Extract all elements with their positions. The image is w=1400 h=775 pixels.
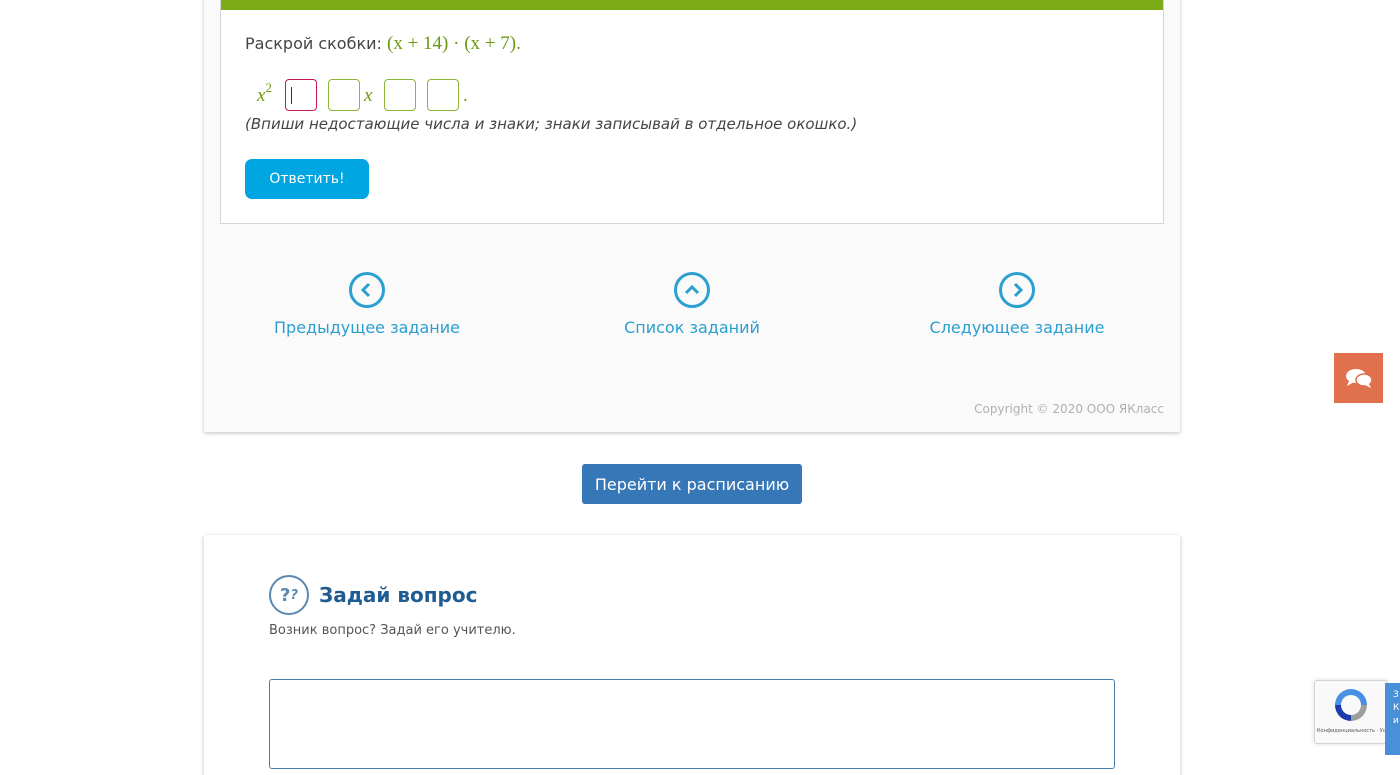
chevron-left-icon <box>349 272 385 308</box>
task-prompt: Раскрой скобки: (x + 14) · (x + 7). <box>245 33 521 55</box>
ask-question-title: Задай вопрос <box>319 583 478 607</box>
task-list-link[interactable]: Список заданий <box>572 272 812 337</box>
recaptcha-footer[interactable]: Конфиденциальность · Условия использован… <box>1317 728 1385 734</box>
answer-input-sign-1[interactable] <box>285 79 317 111</box>
chat-button[interactable] <box>1334 353 1383 403</box>
answer-input-coef[interactable] <box>328 79 360 111</box>
go-to-schedule-button[interactable]: Перейти к расписанию <box>582 464 802 504</box>
answer-x: x <box>364 85 373 106</box>
next-task-link[interactable]: Следующее задание <box>897 272 1137 337</box>
prev-task-label: Предыдущее задание <box>274 318 460 337</box>
chat-bubbles-icon <box>1345 369 1373 388</box>
answer-input-sign-2[interactable] <box>384 79 416 111</box>
question-textarea[interactable] <box>269 679 1115 769</box>
question-icon: ?? <box>269 575 309 615</box>
recaptcha-icon <box>1335 689 1367 721</box>
chevron-up-icon <box>674 272 710 308</box>
submit-answer-button[interactable]: Ответить! <box>245 159 369 199</box>
chevron-right-icon <box>999 272 1035 308</box>
answer-x-squared: x2 <box>257 80 272 106</box>
answer-period: . <box>463 85 468 106</box>
task-list-label: Список заданий <box>624 318 760 337</box>
recaptcha-badge[interactable]: Конфиденциальность · Условия использован… <box>1314 680 1388 744</box>
answer-input-const[interactable] <box>427 79 459 111</box>
side-tab[interactable]: З К и <box>1385 683 1400 755</box>
copyright: Copyright © 2020 ООО ЯКласс <box>974 402 1164 416</box>
task-prompt-label: Раскрой скобки: <box>245 34 382 53</box>
task-topbar <box>221 0 1163 10</box>
task-hint: (Впиши недостающие числа и знаки; знаки … <box>245 115 858 133</box>
ask-question-subtitle: Возник вопрос? Задай его учителю. <box>269 623 516 638</box>
next-task-label: Следующее задание <box>929 318 1105 337</box>
prev-task-link[interactable]: Предыдущее задание <box>247 272 487 337</box>
ask-question-card: ?? Задай вопрос Возник вопрос? Задай его… <box>204 535 1180 775</box>
task-expression: (x + 14) · (x + 7). <box>387 33 521 54</box>
